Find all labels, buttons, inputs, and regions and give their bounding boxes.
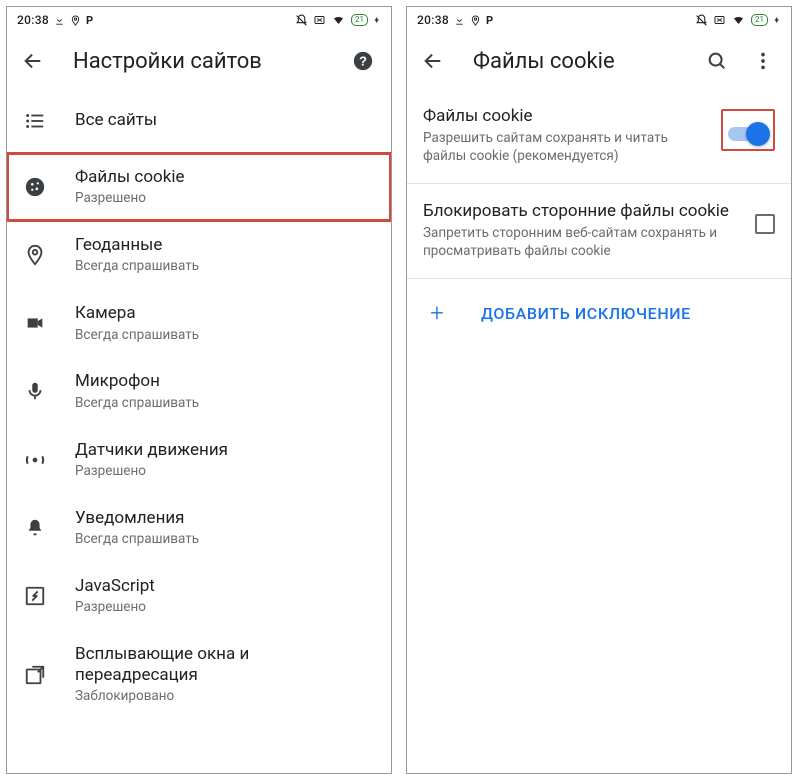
add-exception-label: ДОБАВИТЬ ИСКЛЮЧЕНИЕ xyxy=(481,304,691,323)
search-button[interactable] xyxy=(697,41,737,81)
location-status-icon xyxy=(70,15,81,26)
charging-icon xyxy=(373,14,381,26)
list-icon xyxy=(21,110,49,132)
row-sublabel: Разрешено xyxy=(75,599,375,616)
row-label: Камера xyxy=(75,303,375,324)
location-icon xyxy=(21,244,49,266)
phone-left: 20:38 P 21 xyxy=(6,6,392,774)
status-clock: 20:38 xyxy=(17,13,49,27)
row-javascript[interactable]: JavaScript Разрешено xyxy=(7,562,391,630)
row-microphone[interactable]: Микрофон Всегда спрашивать xyxy=(7,357,391,425)
block-3p-checkbox[interactable] xyxy=(755,214,775,234)
charging-icon xyxy=(773,14,781,26)
row-label: Уведомления xyxy=(75,508,375,529)
add-exception-button[interactable]: + ДОБАВИТЬ ИСКЛЮЧЕНИЕ xyxy=(407,279,791,347)
row-sublabel: Всегда спрашивать xyxy=(75,395,375,412)
page-title: Настройки сайтов xyxy=(59,49,337,74)
status-bar: 20:38 P 21 xyxy=(407,7,791,33)
row-label: Всплывающие окна и переадресация xyxy=(75,644,375,687)
row-sublabel: Заблокировано xyxy=(75,688,375,705)
plus-icon: + xyxy=(423,299,451,327)
row-all-sites[interactable]: Все сайты xyxy=(7,89,391,153)
setting-desc: Запретить сторонним веб-сайтам сохранять… xyxy=(423,225,741,260)
row-label: JavaScript xyxy=(75,576,375,597)
back-button[interactable] xyxy=(13,41,53,81)
download-icon xyxy=(454,15,465,26)
row-label: Все сайты xyxy=(75,110,375,131)
p-icon: P xyxy=(86,14,93,27)
row-motion-sensors[interactable]: Датчики движения Разрешено xyxy=(7,426,391,494)
back-button[interactable] xyxy=(413,41,453,81)
dnd-icon xyxy=(695,14,708,27)
row-popups[interactable]: Всплывающие окна и переадресация Заблоки… xyxy=(7,630,391,719)
row-label: Микрофон xyxy=(75,371,375,392)
setting-desc: Разрешить сайтам сохранять и читать файл… xyxy=(423,130,707,165)
row-notifications[interactable]: Уведомления Всегда спрашивать xyxy=(7,494,391,562)
settings-list: Все сайты Файлы cookie Разрешено Геоданн… xyxy=(7,89,391,773)
camera-icon xyxy=(21,312,49,334)
battery-indicator: 21 xyxy=(751,14,768,26)
row-sublabel: Всегда спрашивать xyxy=(75,258,375,275)
cookie-icon xyxy=(21,176,49,198)
svg-text:?: ? xyxy=(359,54,367,69)
page-title: Файлы cookie xyxy=(459,49,691,74)
row-sublabel: Всегда спрашивать xyxy=(75,531,375,548)
row-sublabel: Разрешено xyxy=(75,190,375,207)
cookie-settings: Файлы cookie Разрешить сайтам сохранять … xyxy=(407,89,791,773)
row-label: Файлы cookie xyxy=(75,167,375,188)
row-label: Датчики движения xyxy=(75,440,375,461)
dnd-icon xyxy=(295,14,308,27)
status-clock: 20:38 xyxy=(417,13,449,27)
nosim-icon xyxy=(313,14,326,26)
download-icon xyxy=(54,15,65,26)
wifi-icon xyxy=(331,14,346,26)
motion-icon xyxy=(21,449,49,471)
battery-indicator: 21 xyxy=(351,14,368,26)
row-location[interactable]: Геоданные Всегда спрашивать xyxy=(7,221,391,289)
p-icon: P xyxy=(486,14,493,27)
row-sublabel: Разрешено xyxy=(75,463,375,480)
setting-block-3p-cookies[interactable]: Блокировать сторонние файлы cookie Запре… xyxy=(407,184,791,278)
row-cookies[interactable]: Файлы cookie Разрешено xyxy=(7,153,391,221)
toggle-highlight xyxy=(721,109,775,151)
bell-icon xyxy=(21,517,49,539)
app-bar: Настройки сайтов ? xyxy=(7,33,391,89)
setting-title: Блокировать сторонние файлы cookie xyxy=(423,200,741,222)
row-label: Геоданные xyxy=(75,235,375,256)
nosim-icon xyxy=(713,14,726,26)
setting-allow-cookies[interactable]: Файлы cookie Разрешить сайтам сохранять … xyxy=(407,89,791,183)
mic-icon xyxy=(21,380,49,402)
allow-cookies-toggle[interactable] xyxy=(728,124,768,144)
help-button[interactable]: ? xyxy=(343,41,383,81)
popup-icon xyxy=(21,664,49,686)
row-camera[interactable]: Камера Всегда спрашивать xyxy=(7,289,391,357)
js-icon xyxy=(21,585,49,607)
status-bar: 20:38 P 21 xyxy=(7,7,391,33)
row-sublabel: Всегда спрашивать xyxy=(75,327,375,344)
phone-right: 20:38 P 21 xyxy=(406,6,792,774)
overflow-menu-button[interactable] xyxy=(743,41,783,81)
wifi-icon xyxy=(731,14,746,26)
app-bar: Файлы cookie xyxy=(407,33,791,89)
location-status-icon xyxy=(470,15,481,26)
setting-title: Файлы cookie xyxy=(423,105,707,127)
